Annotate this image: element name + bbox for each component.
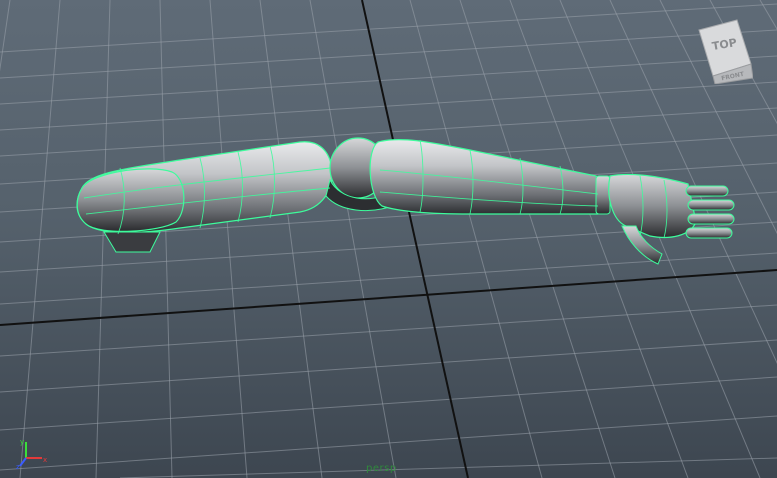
axis-gizmo: y x z	[16, 438, 47, 470]
wrist-ring	[595, 175, 611, 215]
z-axis-icon	[19, 457, 27, 467]
x-axis-label: x	[43, 456, 47, 464]
hand-palm	[608, 173, 697, 239]
camera-name-label: persp	[366, 463, 397, 474]
viewcube[interactable]: TOP FRONT	[697, 18, 753, 84]
scene-canvas[interactable]	[0, 0, 777, 478]
z-axis-label: z	[16, 463, 20, 470]
perspective-viewport[interactable]: TOP FRONT y x z persp	[0, 0, 777, 478]
y-axis-label: y	[20, 438, 24, 446]
forearm-shell	[369, 138, 606, 215]
robotic-arm-model	[76, 137, 735, 265]
